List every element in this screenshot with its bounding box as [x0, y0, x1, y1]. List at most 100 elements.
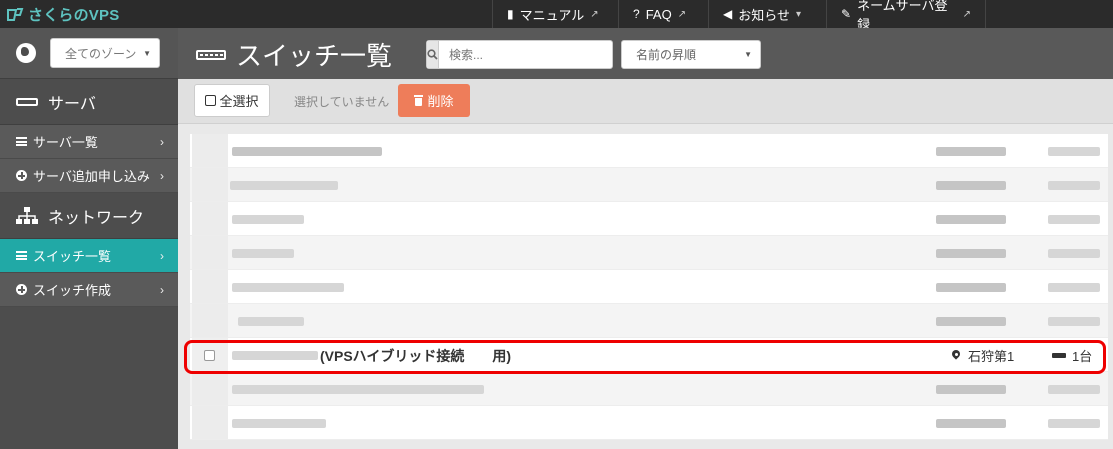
- sidebar-item-switch-create[interactable]: スイッチ作成 ›: [0, 273, 178, 307]
- redacted-count: [1048, 317, 1100, 326]
- redacted-name: [238, 317, 304, 326]
- row-checkbox-cell[interactable]: [192, 168, 228, 201]
- row-checkbox-cell[interactable]: [192, 406, 228, 439]
- plus-circle-icon: [16, 170, 27, 181]
- chevron-right-icon: ›: [160, 134, 164, 149]
- external-link-icon: ↗: [677, 8, 687, 20]
- manual-link[interactable]: ▮ マニュアル ↗: [492, 0, 618, 28]
- page-title: スイッチ一覧: [196, 36, 392, 73]
- sakura-vps-logo[interactable]: さくらのVPS: [6, 4, 119, 25]
- zone-label: 石狩第1: [968, 349, 1015, 364]
- redacted-name: [232, 283, 344, 292]
- zone-row: 全てのゾーン ▼: [0, 28, 178, 79]
- sort-select-value: 名前の昇順: [636, 48, 697, 62]
- zone-select-value: 全てのゾーン: [65, 46, 137, 61]
- table-row[interactable]: [190, 372, 1108, 406]
- redacted-zone: [936, 215, 1006, 224]
- search-button[interactable]: [427, 41, 439, 68]
- row-checkbox-cell[interactable]: [192, 202, 228, 235]
- select-all-label: 全選択: [219, 94, 259, 109]
- row-checkbox-cell[interactable]: [192, 372, 228, 405]
- plus-circle-icon: [16, 284, 27, 295]
- page-title-text: スイッチ一覧: [236, 41, 393, 71]
- trash-icon: [414, 95, 424, 106]
- sidebar: 全てのゾーン ▼ サーバ サーバ一覧 › サーバ追加申し込み › ネットワーク …: [0, 28, 178, 449]
- row-checkbox-cell[interactable]: [192, 236, 228, 269]
- server-count-label: 1台: [1072, 349, 1093, 364]
- table-row[interactable]: [190, 406, 1108, 440]
- external-link-icon: ↗: [590, 8, 599, 20]
- table-row[interactable]: [190, 134, 1108, 168]
- question-icon: ?: [633, 7, 640, 21]
- search-box: [426, 40, 614, 69]
- chevron-right-icon: ›: [160, 168, 164, 183]
- table-row[interactable]: [190, 202, 1108, 236]
- checkbox-icon: [205, 95, 217, 106]
- redacted-count: [1048, 147, 1100, 156]
- sidebar-item-label: サーバ一覧: [33, 135, 98, 150]
- table-row[interactable]: [190, 236, 1108, 270]
- logo-text: さくらのVPS: [28, 7, 120, 24]
- select-all-button[interactable]: 全選択: [194, 84, 270, 117]
- redacted-zone: [936, 385, 1006, 394]
- redacted-name: [232, 215, 304, 224]
- table-row[interactable]: [190, 168, 1108, 202]
- list-toolbar: 全選択 選択していません 削除: [178, 79, 1113, 124]
- server-icon: [16, 97, 38, 106]
- faq-link[interactable]: ? FAQ ↗: [618, 0, 708, 28]
- table-row-highlighted[interactable]: (VPSハイブリッド接続 用) 石狩第1 1台: [190, 338, 1108, 372]
- news-dropdown[interactable]: ◀ お知らせ ▾: [708, 0, 826, 28]
- redacted-count: [1048, 283, 1100, 292]
- top-bar: さくらのVPS ▮ マニュアル ↗ ? FAQ ↗ ◀ お知らせ ▾ ✎ ネーム…: [0, 0, 1113, 32]
- caret-down-icon: ▼: [143, 48, 151, 58]
- search-input[interactable]: [439, 41, 614, 68]
- list-icon: [16, 137, 27, 146]
- redacted-name: [232, 249, 294, 258]
- page-header: スイッチ一覧 名前の昇順 ▼: [178, 28, 1113, 79]
- table-row[interactable]: [190, 304, 1108, 338]
- redacted-name: [232, 419, 326, 428]
- external-link-icon: ↗: [962, 8, 971, 20]
- zone-cell: 石狩第1: [952, 346, 1014, 365]
- sort-select[interactable]: 名前の昇順 ▼: [621, 40, 761, 69]
- network-section-label: ネットワーク: [48, 209, 145, 227]
- server-section-label: サーバ: [48, 95, 96, 113]
- network-icon: [16, 206, 38, 225]
- zone-select[interactable]: 全てのゾーン ▼: [50, 38, 160, 68]
- sidebar-item-server-list[interactable]: サーバ一覧 ›: [0, 125, 178, 159]
- redacted-zone: [936, 181, 1006, 190]
- switch-list: (VPSハイブリッド接続 用) 石狩第1 1台: [190, 134, 1108, 440]
- server-section-header: サーバ: [0, 79, 178, 125]
- caret-down-icon: ▾: [795, 8, 802, 20]
- sakura-logo-icon: [6, 7, 24, 23]
- sidebar-item-label: スイッチ一覧: [33, 249, 112, 264]
- map-pin-icon: [952, 350, 960, 361]
- list-icon: [16, 251, 27, 260]
- chevron-right-icon: ›: [160, 282, 164, 297]
- selection-status: 選択していません: [294, 95, 390, 109]
- manual-label: マニュアル: [519, 7, 585, 23]
- sidebar-item-server-order[interactable]: サーバ追加申し込み ›: [0, 159, 178, 193]
- redacted-count: [1048, 385, 1100, 394]
- redacted-name: [232, 351, 318, 360]
- delete-button[interactable]: 削除: [398, 84, 470, 117]
- table-row[interactable]: [190, 270, 1108, 304]
- row-checkbox-cell[interactable]: [192, 270, 228, 303]
- news-label: お知らせ: [738, 7, 790, 23]
- redacted-count: [1048, 249, 1100, 258]
- row-checkbox[interactable]: [204, 350, 215, 361]
- redacted-zone: [936, 249, 1006, 258]
- row-checkbox-cell[interactable]: [192, 304, 228, 337]
- network-section-header: ネットワーク: [0, 193, 178, 239]
- megaphone-icon: ◀: [723, 7, 733, 21]
- redacted-name: [232, 147, 382, 156]
- chevron-right-icon: ›: [160, 248, 164, 263]
- row-checkbox-cell[interactable]: [192, 134, 228, 167]
- switch-icon: [196, 49, 226, 60]
- switch-name[interactable]: (VPSハイブリッド接続 用): [320, 346, 511, 366]
- redacted-zone: [936, 283, 1006, 292]
- server-icon: [1052, 353, 1066, 358]
- faq-label: FAQ: [645, 6, 672, 22]
- nameserver-link[interactable]: ✎ ネームサーバ登録 ↗: [826, 0, 986, 32]
- sidebar-item-switch-list[interactable]: スイッチ一覧 ›: [0, 239, 178, 273]
